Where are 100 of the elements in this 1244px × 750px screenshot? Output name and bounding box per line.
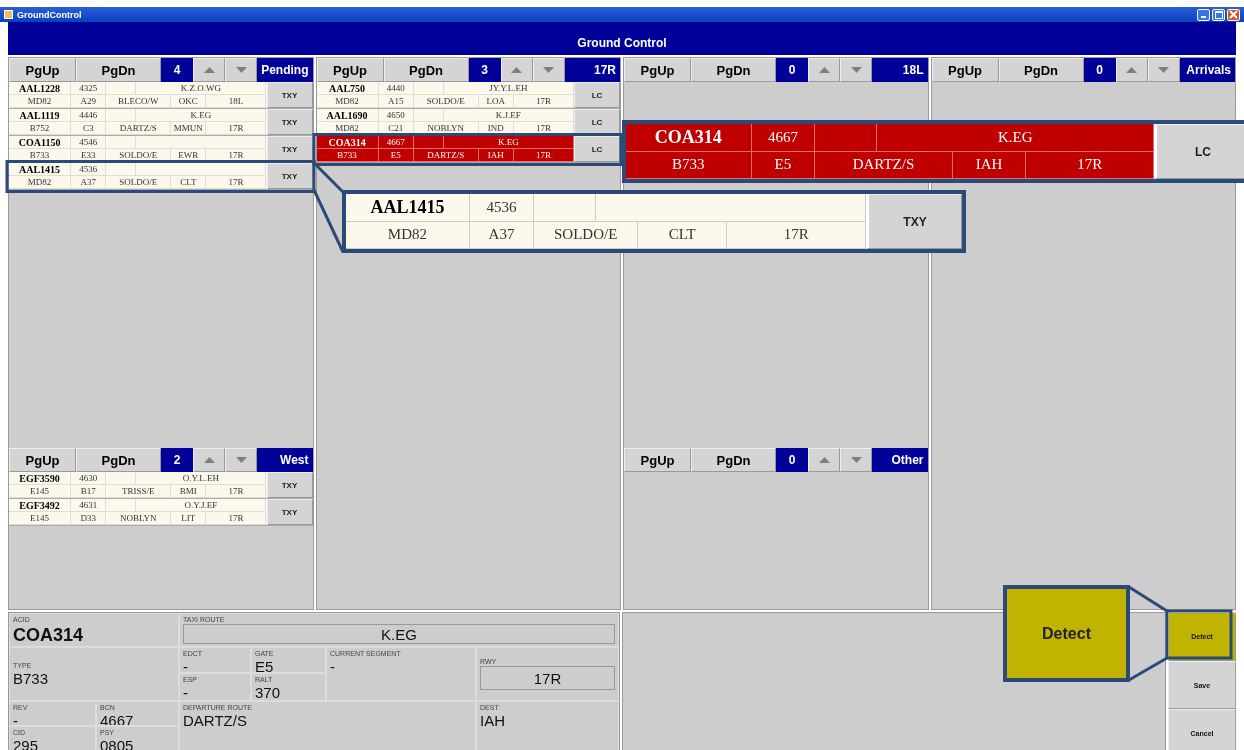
page-up-button[interactable]: PgUp — [624, 58, 691, 82]
scroll-down-button[interactable] — [840, 448, 872, 472]
page-up-button[interactable]: PgUp — [931, 58, 999, 82]
scroll-down-button[interactable] — [840, 58, 872, 82]
strip-button[interactable]: TXY — [266, 499, 313, 525]
page-down-button[interactable]: PgDn — [691, 448, 776, 472]
list-count: 3 — [468, 58, 501, 82]
down-triangle-icon — [1158, 67, 1169, 73]
strip-cell: 4536 — [71, 163, 107, 176]
strip-cell: E33 — [71, 149, 107, 162]
field-value: DARTZ/S — [183, 712, 248, 729]
strip-cell: 17R — [206, 512, 267, 525]
flight-strip[interactable]: AAL1415 4536 MD82 A37 SOLDO/E CLT 17R — [9, 163, 267, 189]
field-value: COA314 — [13, 624, 85, 646]
header-title: Ground Control — [577, 36, 667, 50]
page-down-button[interactable]: PgDn — [998, 58, 1084, 82]
strip-cell: 17R — [206, 485, 267, 498]
page-down-button[interactable]: PgDn — [691, 58, 776, 82]
strip-cell: E145 — [9, 485, 72, 498]
flight-strip[interactable]: COA314 4667 K.EG B733 E5 DARTZ/S IAH 17R — [316, 136, 574, 162]
strip-cell: B17 — [71, 485, 107, 498]
strip-cell: E5 — [378, 149, 414, 162]
flight-strip[interactable]: EGF3590 4630 O.Y.L.EH E145 B17 TRISS/E BMI 17R — [9, 472, 267, 498]
strip-cell: 4631 — [71, 499, 107, 512]
field-value: B733 — [13, 669, 50, 687]
scroll-up-button[interactable] — [500, 58, 533, 82]
strip-cell: 17R — [206, 176, 267, 189]
page-down-button[interactable]: PgDn — [76, 448, 161, 472]
strip-cell: 4546 — [71, 136, 107, 149]
strip-cell: LOA — [478, 95, 514, 108]
strip-cell: B733 — [9, 149, 72, 162]
field-value: IAH — [480, 712, 506, 729]
field-value: - — [330, 658, 336, 675]
flight-strip[interactable]: COA1150 4546 B733 E33 SOLDO/E EWR 17R — [9, 136, 267, 162]
strip-cell: 4667 — [751, 124, 816, 152]
close-button[interactable] — [1227, 8, 1240, 21]
strip-cell: SOLDO/E — [106, 176, 172, 189]
strip-cell: NOBLYN — [106, 512, 172, 525]
strip-button[interactable]: LC — [574, 136, 620, 162]
scroll-down-button[interactable] — [225, 448, 257, 472]
strip-cell: A15 — [378, 95, 414, 108]
page-up-button[interactable]: PgUp — [9, 448, 76, 472]
strip-button[interactable]: TXY — [266, 163, 313, 189]
list-name: West — [257, 448, 313, 472]
strip-cell: K.EG — [443, 136, 574, 149]
minimize-button[interactable] — [1197, 8, 1210, 21]
strip-cell: O.Y.J.EF — [136, 499, 267, 512]
up-triangle-icon — [203, 67, 215, 73]
flight-strip[interactable]: EGF3492 4631 O.Y.J.EF E145 D33 NOBLYN LIT 17R — [9, 499, 267, 525]
strip-cell: 4536 — [469, 194, 535, 222]
field-value: 370 — [255, 684, 282, 700]
strip-cell: E5 — [751, 151, 816, 179]
list-count: 0 — [776, 58, 808, 82]
strip-button[interactable]: LC — [574, 82, 620, 108]
strip-cell: BMI — [171, 485, 207, 498]
up-triangle-icon — [511, 67, 522, 73]
app-icon — [4, 10, 13, 19]
page-up-button[interactable]: PgUp — [316, 58, 384, 82]
flight-strip[interactable]: AAL1690 4650 K.J.EF MD82 C21 NOBLYN IND 17R — [316, 109, 574, 135]
flight-strip[interactable]: AAL1228 4325 K.Z.O.WG MD82 A29 BLECO/W OKC 18L — [9, 82, 267, 108]
strip-cell: 4630 — [71, 472, 107, 485]
list-count: 0 — [1083, 58, 1116, 82]
strip-cell: 4650 — [378, 109, 414, 122]
flight-strip[interactable]: AAL1119 4446 K.EG B752 C3 DARTZ/S MMUN 17R — [9, 109, 267, 135]
strip-cell: MD82 — [316, 122, 379, 135]
strip-cell: TRISS/E — [106, 485, 172, 498]
strip-cell: E145 — [9, 512, 72, 525]
page-down-button[interactable]: PgDn — [383, 58, 469, 82]
strip-cell: 4325 — [71, 82, 107, 95]
strip-cell: K.Z.O.WG — [136, 82, 267, 95]
list-name: 18L — [872, 58, 928, 82]
flight-strip[interactable]: AAL750 4440 JY.Y.L.EH MD82 A15 SOLDO/E LOA 17R — [316, 82, 574, 108]
down-triangle-icon — [235, 67, 247, 73]
page-up-button[interactable]: PgUp — [624, 448, 691, 472]
strip-button[interactable]: TXY — [266, 82, 313, 108]
window-title: GroundControl — [17, 9, 82, 20]
strip-cell: A37 — [469, 221, 535, 249]
strip-cell: 17R — [206, 149, 267, 162]
list-name: Other — [872, 448, 928, 472]
strip-button[interactable]: LC — [574, 109, 620, 135]
strip-cell: IAH — [478, 149, 514, 162]
strip-cell: AAL1119 — [9, 109, 72, 122]
strip-cell: MD82 — [316, 95, 379, 108]
scroll-down-button[interactable] — [225, 58, 257, 82]
strip-cell: COA314 — [316, 136, 379, 149]
strip-button[interactable]: TXY — [266, 472, 313, 498]
scroll-up-button[interactable] — [1115, 58, 1148, 82]
up-triangle-icon — [1126, 67, 1137, 73]
strip-cell: DARTZ/S — [106, 122, 172, 135]
list-name: Arrivals — [1179, 58, 1235, 82]
strip-cell: D33 — [71, 512, 107, 525]
page-up-button[interactable]: PgUp — [9, 58, 76, 82]
field-value: - — [183, 658, 189, 672]
down-triangle-icon — [235, 457, 247, 463]
maximize-button[interactable] — [1212, 8, 1225, 21]
page-down-button[interactable]: PgDn — [76, 58, 161, 82]
strip-button[interactable]: TXY — [266, 109, 313, 135]
strip-cell: AAL1690 — [316, 109, 379, 122]
strip-cell: DARTZ/S — [413, 149, 479, 162]
strip-cell: 17R — [513, 149, 574, 162]
